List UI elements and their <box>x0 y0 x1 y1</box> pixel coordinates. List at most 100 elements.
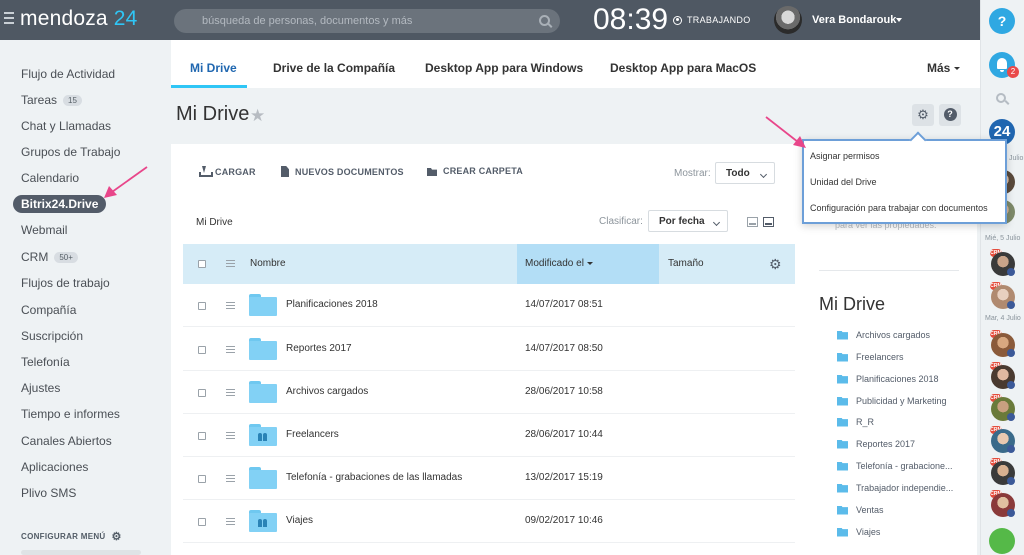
settings-button[interactable]: ⚙ <box>912 104 934 126</box>
new-documents-button[interactable]: NUEVOS DOCUMENTOS <box>281 166 404 177</box>
table-header: Nombre Modificado el Tamaño ⚙ <box>183 244 795 284</box>
column-header-name[interactable]: Nombre <box>250 258 286 269</box>
row-checkbox[interactable] <box>198 389 206 397</box>
row-checkbox[interactable] <box>198 475 206 483</box>
table-row[interactable]: Viajes 09/02/2017 10:46 <box>183 500 795 543</box>
table-row[interactable]: Freelancers 28/06/2017 10:44 <box>183 414 795 457</box>
column-header-size[interactable]: Tamaño <box>668 258 704 269</box>
grid-view-icon[interactable] <box>747 217 758 227</box>
folder-tree-panel: para ver las propiedades. Mi Drive Archi… <box>803 200 977 555</box>
sidebar-item-activity[interactable]: Flujo de Actividad <box>21 66 115 82</box>
file-name[interactable]: Telefonía - grabaciones de las llamadas <box>286 472 462 483</box>
table-row[interactable]: Telefonía - grabaciones de las llamadas … <box>183 457 795 500</box>
tab-more[interactable]: Más <box>927 61 961 75</box>
tab-drive-compania[interactable]: Drive de la Compañía <box>273 61 395 75</box>
tree-item[interactable]: Publicidad y Marketing <box>837 396 947 406</box>
tree-item[interactable]: Telefonía - grabacione... <box>837 461 953 471</box>
row-checkbox[interactable] <box>198 346 206 354</box>
tree-item-label: Planificaciones 2018 <box>856 374 939 384</box>
tree-item[interactable]: Viajes <box>837 527 880 537</box>
menu-icon[interactable] <box>226 518 235 525</box>
sidebar-item-settings[interactable]: Ajustes <box>21 380 60 396</box>
sidebar-item-workgroups[interactable]: Grupos de Trabajo <box>21 144 120 160</box>
file-name[interactable]: Archivos cargados <box>286 386 368 397</box>
work-status[interactable]: TRABAJANDO <box>673 15 751 25</box>
avatar[interactable] <box>774 6 802 34</box>
top-bar: mendoza24 08:39 TRABAJANDO Vera Bondarou… <box>0 0 980 40</box>
file-name[interactable]: Viajes <box>286 515 313 526</box>
user-name[interactable]: Vera Bondarouk <box>812 14 896 26</box>
sidebar-item-crm[interactable]: CRM 50+ <box>21 249 78 265</box>
menu-icon[interactable] <box>226 389 235 396</box>
menu-icon[interactable] <box>226 475 235 482</box>
file-name[interactable]: Planificaciones 2018 <box>286 299 378 310</box>
sidebar-item-drive[interactable]: Bitrix24.Drive <box>13 195 107 213</box>
sidebar-item-time-reports[interactable]: Tiempo e informes <box>21 406 120 422</box>
tree-item[interactable]: Planificaciones 2018 <box>837 374 939 384</box>
sidebar-item-chat[interactable]: Chat y Llamadas <box>21 118 111 134</box>
file-date: 14/07/2017 08:50 <box>525 343 603 354</box>
tree-item[interactable]: Reportes 2017 <box>837 439 915 449</box>
menu-icon[interactable] <box>226 346 235 353</box>
sidebar-item-label: Calendario <box>21 171 80 185</box>
sidebar-item-plivo-sms[interactable]: Plivo SMS <box>21 485 76 501</box>
help-button[interactable]: ? <box>989 8 1015 34</box>
menu-item-assign-permissions[interactable]: Asignar permisos <box>810 151 880 161</box>
column-header-modified[interactable]: Modificado el <box>525 258 593 269</box>
sidebar-item-tasks[interactable]: Tareas 15 <box>21 92 82 108</box>
sort-select[interactable]: Por fecha <box>648 210 728 232</box>
row-checkbox[interactable] <box>198 518 206 526</box>
menu-icon[interactable] <box>226 432 235 439</box>
search-input[interactable] <box>174 9 534 33</box>
upload-button[interactable]: CARGAR <box>199 166 256 177</box>
chevron-down-icon[interactable] <box>896 18 902 22</box>
sidebar-item-subscription[interactable]: Suscripción <box>21 328 83 344</box>
menu-item-document-settings[interactable]: Configuración para trabajar con document… <box>810 203 988 213</box>
menu-icon[interactable] <box>226 260 235 267</box>
menu-icon[interactable] <box>226 302 235 309</box>
tree-item[interactable]: Trabajador independie... <box>837 483 953 493</box>
file-name[interactable]: Freelancers <box>286 429 339 440</box>
select-all-checkbox[interactable] <box>198 260 206 268</box>
table-row[interactable]: Reportes 2017 14/07/2017 08:50 <box>183 328 795 371</box>
row-checkbox[interactable] <box>198 432 206 440</box>
chevron-down-icon <box>759 170 768 179</box>
table-row[interactable]: Planificaciones 2018 14/07/2017 08:51 <box>183 284 795 327</box>
phone-icon[interactable] <box>989 528 1015 554</box>
file-name[interactable]: Reportes 2017 <box>286 343 352 354</box>
table-row[interactable]: Archivos cargados 28/06/2017 10:58 <box>183 371 795 414</box>
sidebar-item-open-channels[interactable]: Canales Abiertos <box>21 433 112 449</box>
gear-icon[interactable]: ⚙ <box>769 256 782 273</box>
sidebar-item-webmail[interactable]: Webmail <box>21 222 67 238</box>
sidebar-item-applications[interactable]: Aplicaciones <box>21 459 88 475</box>
menu-item-drive-unit[interactable]: Unidad del Drive <box>810 177 877 187</box>
create-folder-button[interactable]: CREAR CARPETA <box>427 166 523 176</box>
tab-mi-drive[interactable]: Mi Drive <box>190 61 237 75</box>
configure-menu-button[interactable]: CONFIGURAR MENÚ ⚙ <box>21 530 122 543</box>
search-icon[interactable] <box>539 15 550 26</box>
logo[interactable]: mendoza 24 <box>20 7 138 31</box>
sidebar-item-calendar[interactable]: Calendario <box>21 170 79 186</box>
help-button[interactable] <box>939 104 961 126</box>
breadcrumb[interactable]: Mi Drive <box>196 217 233 228</box>
menu-icon[interactable] <box>4 12 14 26</box>
row-checkbox[interactable] <box>198 302 206 310</box>
folder-icon <box>837 527 848 537</box>
file-date: 14/07/2017 08:51 <box>525 299 603 310</box>
tree-item[interactable]: Archivos cargados <box>837 330 930 340</box>
sidebar-item-label: Canales Abiertos <box>21 434 112 448</box>
tree-item[interactable]: R_R <box>837 417 874 427</box>
sidebar-item-telephony[interactable]: Telefonía <box>21 354 70 370</box>
star-icon[interactable]: ★ <box>250 106 265 126</box>
tab-desktop-windows[interactable]: Desktop App para Windows <box>425 61 583 75</box>
sidebar-item-company[interactable]: Compañía <box>21 302 76 318</box>
show-filter-select[interactable]: Todo <box>715 162 775 184</box>
tree-item[interactable]: Freelancers <box>837 352 904 362</box>
search-icon[interactable] <box>996 93 1006 103</box>
tree-item[interactable]: Ventas <box>837 505 884 515</box>
clock[interactable]: 08:39 <box>593 3 668 37</box>
list-view-icon[interactable] <box>763 217 774 227</box>
sidebar-footer <box>21 550 141 555</box>
sidebar-item-workflows[interactable]: Flujos de trabajo <box>21 275 110 291</box>
tab-desktop-macos[interactable]: Desktop App para MacOS <box>610 61 756 75</box>
